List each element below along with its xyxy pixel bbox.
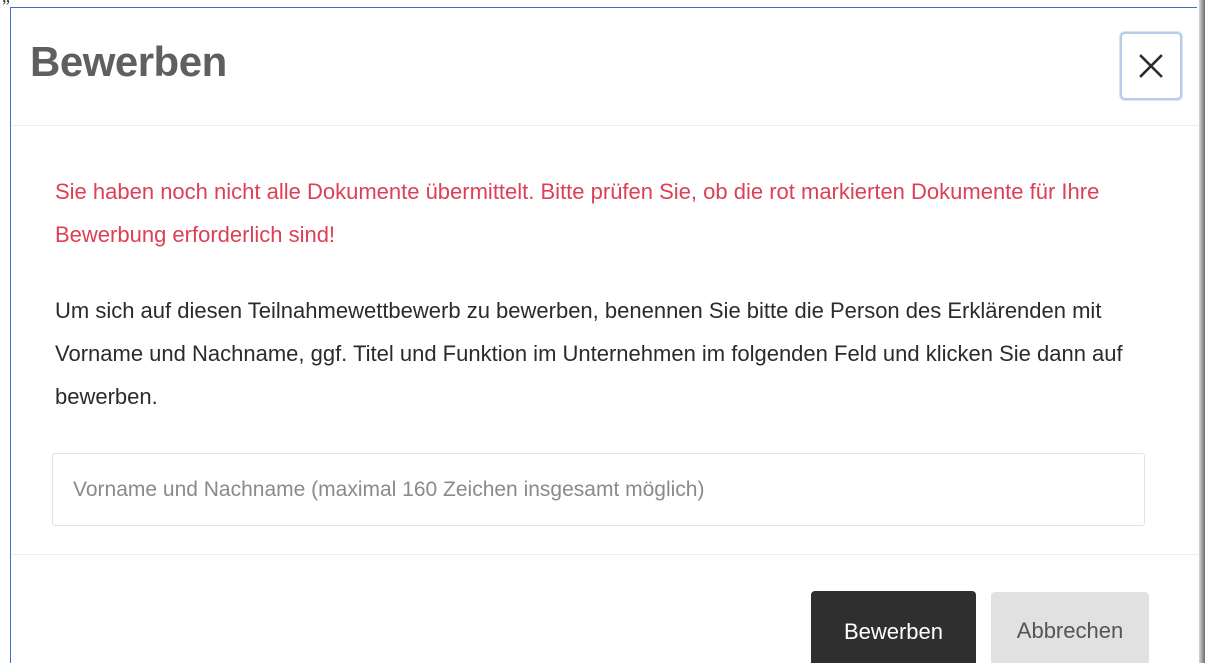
apply-dialog: Bewerben Sie haben noch nicht alle Dokum…: [10, 7, 1198, 663]
screenshot-stage: „ Bewerben Sie haben noch nicht alle Dok…: [0, 0, 1205, 663]
window-scroll-edge: [1199, 0, 1205, 663]
apply-button[interactable]: Bewerben: [811, 591, 976, 663]
close-icon: [1138, 53, 1164, 79]
dialog-body: Sie haben noch nicht alle Dokumente über…: [11, 126, 1198, 555]
application-instructions: Um sich auf diesen Teilnahmewettbewerb z…: [55, 298, 1123, 409]
dialog-header: Bewerben: [11, 8, 1198, 126]
name-input[interactable]: [52, 453, 1145, 526]
cancel-button[interactable]: Abbrechen: [991, 592, 1149, 663]
close-button[interactable]: [1120, 32, 1182, 100]
missing-documents-warning: Sie haben noch nicht alle Dokumente über…: [55, 179, 1100, 247]
dialog-footer: Bewerben Abbrechen: [11, 555, 1198, 663]
dialog-title: Bewerben: [30, 38, 227, 85]
